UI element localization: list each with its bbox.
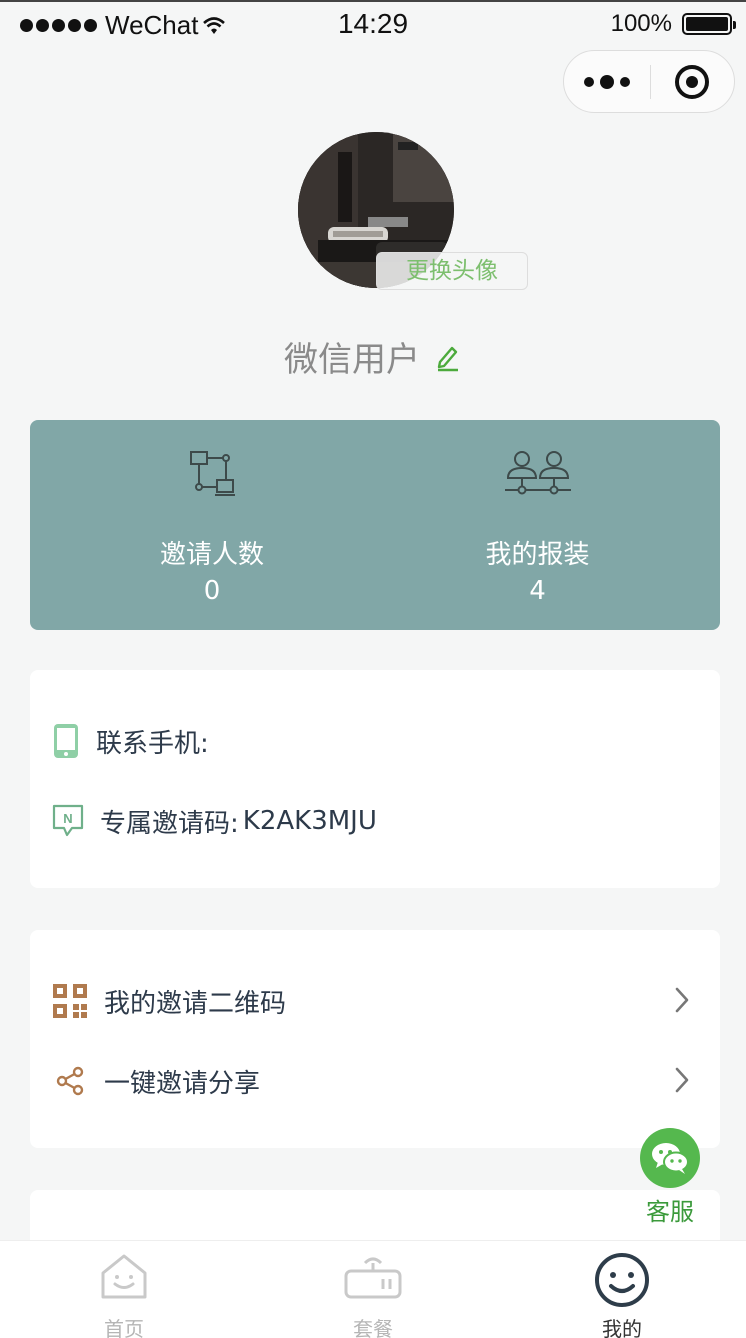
change-avatar-button[interactable]: 更换头像	[376, 252, 528, 290]
qr-code-icon	[53, 984, 87, 1018]
share-icon	[56, 1066, 84, 1096]
tab-mine[interactable]: 我的	[498, 1241, 746, 1338]
tab-mine-label: 我的	[602, 1317, 642, 1338]
tab-plans[interactable]: 套餐	[249, 1241, 497, 1338]
phone-row: 联系手机:	[52, 716, 698, 766]
share-label: 一键邀请分享	[104, 1068, 261, 1099]
svg-text:N: N	[63, 811, 72, 826]
target-icon	[675, 64, 710, 99]
battery-icon	[682, 13, 736, 35]
wechat-icon	[640, 1128, 700, 1188]
network-icon	[190, 451, 235, 496]
invite-menu-card: 我的邀请二维码 一键邀请分享	[30, 930, 720, 1148]
home-icon	[101, 1254, 147, 1299]
qr-code-label: 我的邀请二维码	[104, 988, 287, 1019]
tab-home-label: 首页	[104, 1317, 144, 1338]
edit-icon[interactable]	[434, 342, 462, 372]
installs-stat[interactable]: 我的报装 4	[375, 420, 700, 630]
invite-code-icon: N	[52, 804, 84, 837]
invites-label: 邀请人数	[159, 540, 264, 570]
invite-code-value: K2AK3MJU	[242, 806, 377, 836]
username-row: 微信用户	[0, 332, 746, 381]
customer-service-button[interactable]: 客服	[630, 1128, 710, 1227]
tab-home[interactable]: 首页	[0, 1241, 248, 1338]
battery-percent: 100%	[610, 10, 672, 37]
qr-code-row[interactable]: 我的邀请二维码	[52, 976, 698, 1026]
invites-stat[interactable]: 邀请人数 0	[30, 420, 394, 630]
invite-code-row: N 专属邀请码: K2AK3MJU	[52, 796, 698, 846]
invite-code-label: 专属邀请码:	[100, 808, 239, 839]
router-icon	[344, 1257, 402, 1299]
customer-service-label: 客服	[646, 1198, 694, 1226]
phone-label: 联系手机:	[96, 728, 209, 759]
miniprogram-capsule	[563, 50, 735, 113]
stats-card: 邀请人数 0 我的报装 4	[30, 420, 720, 630]
tab-plans-label: 套餐	[353, 1317, 393, 1338]
contact-info-card: 联系手机: N 专属邀请码: K2AK3MJU	[30, 670, 720, 888]
phone-icon	[54, 724, 78, 758]
users-icon	[504, 451, 571, 495]
username: 微信用户	[284, 340, 420, 380]
installs-value: 4	[529, 576, 546, 606]
more-menu-button[interactable]	[564, 51, 650, 112]
chevron-right-icon	[675, 987, 689, 1013]
tab-bar: 首页 套餐 我的	[0, 1240, 746, 1338]
installs-label: 我的报装	[485, 540, 590, 570]
share-row[interactable]: 一键邀请分享	[52, 1056, 698, 1106]
chevron-right-icon	[675, 1067, 689, 1093]
smiley-icon	[595, 1253, 649, 1307]
battery-info: 100%	[610, 10, 736, 38]
close-miniprogram-button[interactable]	[651, 51, 735, 112]
invites-value: 0	[203, 576, 221, 606]
status-bar: WeChat 14:29 100%	[0, 2, 746, 46]
